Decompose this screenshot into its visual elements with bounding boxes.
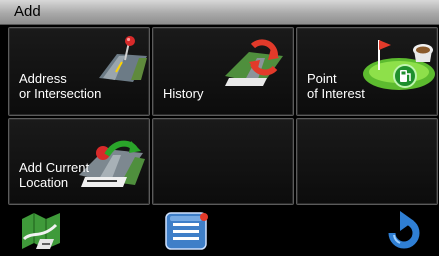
point-of-interest-button[interactable]: Point of Interest xyxy=(296,27,438,116)
tile-label: Point of Interest xyxy=(307,71,365,101)
back-arrow-icon xyxy=(386,211,422,255)
golf-gas-poi-icon xyxy=(359,36,437,99)
list-menu-icon xyxy=(164,212,210,255)
empty-tile xyxy=(152,118,294,205)
map-icon xyxy=(20,213,70,255)
add-current-location-button[interactable]: Add Current Location xyxy=(8,118,150,205)
map-pin-road-icon xyxy=(95,34,149,91)
address-or-intersection-button[interactable]: Address or Intersection xyxy=(8,27,150,116)
history-refresh-icon xyxy=(223,38,287,95)
title-bar: Add xyxy=(0,0,439,25)
tile-label: Add Current Location xyxy=(19,160,90,190)
tile-label: Address or Intersection xyxy=(19,71,102,101)
empty-tile xyxy=(296,118,438,205)
back-button[interactable] xyxy=(386,209,422,256)
bottom-toolbar xyxy=(0,207,439,251)
add-options-grid: Address or Intersection History Point of… xyxy=(8,27,438,205)
map-button[interactable] xyxy=(20,209,70,256)
tile-label: History xyxy=(163,86,204,101)
window-title: Add xyxy=(14,3,41,20)
list-menu-button[interactable] xyxy=(164,211,210,256)
history-button[interactable]: History xyxy=(152,27,294,116)
